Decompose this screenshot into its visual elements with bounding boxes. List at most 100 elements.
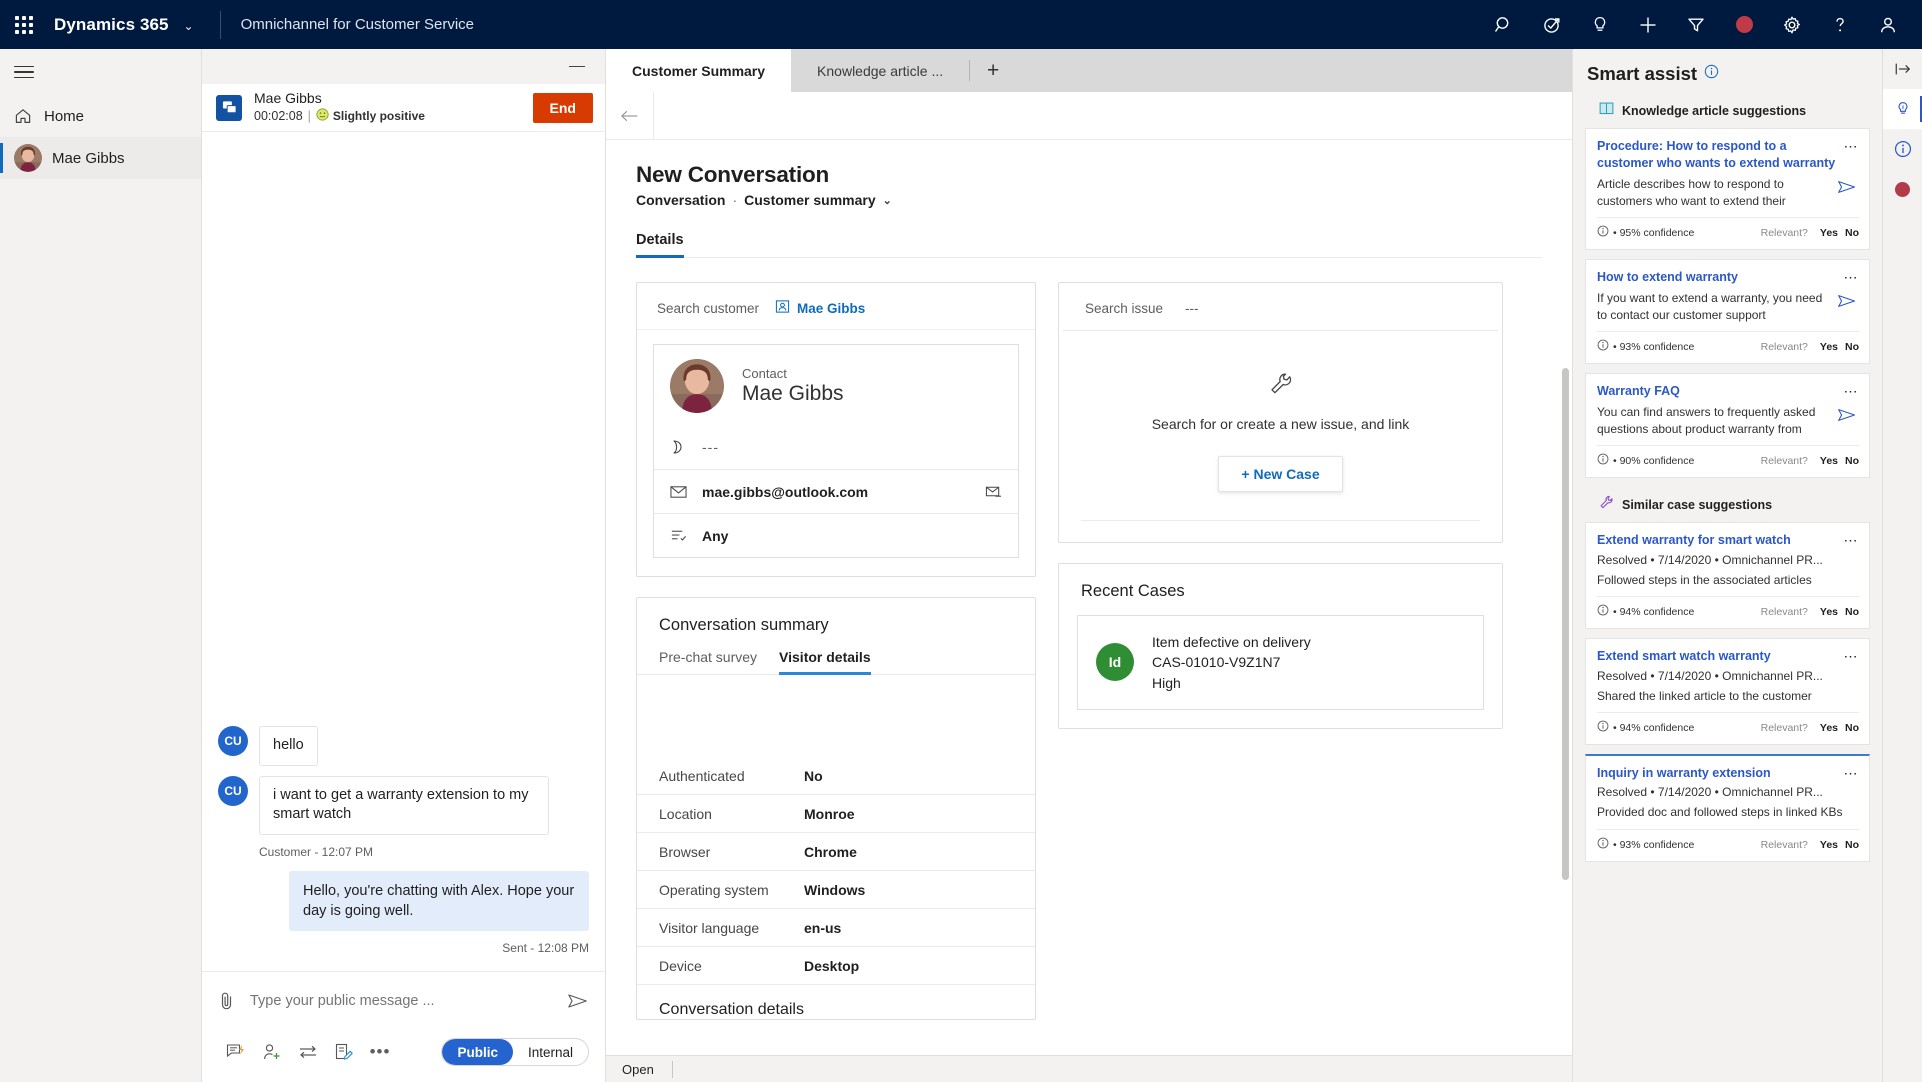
tab-visitor-details[interactable]: Visitor details <box>779 649 871 675</box>
relevance-no-button[interactable]: No <box>1845 839 1859 851</box>
tab-customer-summary[interactable]: Customer Summary <box>606 49 792 92</box>
filter-icon[interactable] <box>1672 0 1720 49</box>
help-icon[interactable] <box>1816 0 1864 49</box>
presence-icon[interactable] <box>1720 0 1768 49</box>
tab-knowledge-article[interactable]: Knowledge article ... <box>791 49 969 92</box>
more-options-icon[interactable]: ••• <box>362 1036 398 1068</box>
send-message-icon[interactable] <box>567 991 589 1011</box>
user-icon[interactable] <box>1864 0 1912 49</box>
transfer-icon[interactable] <box>290 1036 326 1068</box>
message-composer: ••• Public Internal <box>202 971 605 1082</box>
new-case-button[interactable]: + New Case <box>1218 456 1343 492</box>
hamburger-menu-icon[interactable] <box>0 49 201 95</box>
chat-message-outgoing: Hello, you're chatting with Alex. Hope y… <box>218 871 589 931</box>
table-row: Browser Chrome <box>637 833 1035 871</box>
more-options-icon[interactable]: ⋯ <box>1844 648 1860 663</box>
similar-case-card[interactable]: Extend smart watch warranty ⋯ Resolved •… <box>1585 637 1870 745</box>
relevance-no-button[interactable]: No <box>1845 722 1859 734</box>
more-options-icon[interactable]: ⋯ <box>1844 269 1860 284</box>
card-footer: • 93% confidence Relevant? Yes No <box>1597 330 1859 356</box>
list-item[interactable]: Id Item defective on delivery CAS-01010-… <box>1077 615 1484 710</box>
customer-chip[interactable]: Mae Gibbs <box>775 299 865 317</box>
send-to-customer-icon[interactable] <box>1835 172 1859 196</box>
relevance-yes-button[interactable]: Yes <box>1820 839 1838 851</box>
relevance-yes-button[interactable]: Yes <box>1820 227 1838 239</box>
relevance-no-button[interactable]: No <box>1845 227 1859 239</box>
contact-email-value[interactable]: mae.gibbs@outlook.com <box>702 484 868 500</box>
app-launcher-icon[interactable] <box>0 0 48 49</box>
info-icon[interactable] <box>1704 64 1719 84</box>
quick-replies-icon[interactable] <box>218 1036 254 1068</box>
info-icon[interactable] <box>1597 452 1609 470</box>
info-icon[interactable] <box>1597 719 1609 737</box>
add-tab-icon[interactable]: + <box>970 49 1016 92</box>
search-icon[interactable] <box>1480 0 1528 49</box>
card-title[interactable]: Extend smart watch warranty <box>1597 648 1844 665</box>
brand-title[interactable]: Dynamics 365 ⌄ <box>48 15 194 35</box>
info-icon[interactable] <box>1597 338 1609 356</box>
sidebar-item-mae-gibbs[interactable]: Mae Gibbs <box>0 137 201 179</box>
smart-assist-toggle-icon[interactable] <box>1882 89 1922 129</box>
relevance-no-button[interactable]: No <box>1845 341 1859 353</box>
more-options-icon[interactable]: ⋯ <box>1844 138 1860 153</box>
consult-icon[interactable] <box>254 1036 290 1068</box>
sentiment-label: Slightly positive <box>332 109 425 124</box>
plus-icon[interactable] <box>1624 0 1672 49</box>
info-icon[interactable] <box>1883 129 1922 169</box>
info-icon[interactable] <box>1597 603 1609 621</box>
message-input[interactable] <box>250 993 557 1009</box>
message-visibility-toggle[interactable]: Public Internal <box>441 1038 589 1066</box>
smart-assist-suggestion-list[interactable]: Knowledge article suggestions Procedure:… <box>1573 93 1882 1082</box>
relevance-no-button[interactable]: No <box>1845 606 1859 618</box>
card-title[interactable]: How to extend warranty <box>1597 269 1844 286</box>
lightbulb-icon[interactable] <box>1576 0 1624 49</box>
info-icon[interactable] <box>1597 224 1609 242</box>
breadcrumb: Conversation · Customer summary ⌄ <box>636 192 1572 208</box>
back-arrow-icon[interactable] <box>606 92 654 139</box>
sentiment-indicator: Slightly positive <box>316 108 425 125</box>
info-icon[interactable] <box>1597 836 1609 854</box>
minimize-icon[interactable] <box>569 65 585 68</box>
knowledge-suggestion-card[interactable]: Warranty FAQ ⋯ You can find answers to f… <box>1585 372 1870 478</box>
relevance-no-button[interactable]: No <box>1845 455 1859 467</box>
card-head: Extend smart watch warranty ⋯ <box>1597 648 1859 665</box>
breadcrumb-form[interactable]: Customer summary <box>744 192 876 208</box>
internal-mode-option[interactable]: Internal <box>513 1039 588 1065</box>
notes-icon[interactable] <box>326 1036 362 1068</box>
attachment-icon[interactable] <box>218 991 236 1011</box>
tab-pre-chat-survey[interactable]: Pre-chat survey <box>659 649 757 674</box>
tab-details[interactable]: Details <box>636 232 684 258</box>
expand-panel-icon[interactable] <box>1883 49 1922 89</box>
card-title[interactable]: Warranty FAQ <box>1597 383 1844 400</box>
end-conversation-button[interactable]: End <box>532 92 593 123</box>
relevance-yes-button[interactable]: Yes <box>1820 341 1838 353</box>
card-title[interactable]: Extend warranty for smart watch <box>1597 532 1844 549</box>
more-options-icon[interactable]: ⋯ <box>1844 383 1860 398</box>
knowledge-suggestion-card[interactable]: Procedure: How to respond to a customer … <box>1585 128 1870 250</box>
similar-case-card[interactable]: Extend warranty for smart watch ⋯ Resolv… <box>1585 521 1870 629</box>
more-options-icon[interactable]: ⋯ <box>1844 532 1860 547</box>
search-issue-value[interactable]: --- <box>1185 301 1199 316</box>
send-email-icon[interactable] <box>985 484 1002 499</box>
card-head: Procedure: How to respond to a customer … <box>1597 138 1859 172</box>
card-title[interactable]: Inquiry in warranty extension <box>1597 765 1844 782</box>
form-vertical-scrollbar[interactable] <box>1562 368 1569 880</box>
send-to-customer-icon[interactable] <box>1835 400 1859 424</box>
relevance-yes-button[interactable]: Yes <box>1820 455 1838 467</box>
relevance-yes-button[interactable]: Yes <box>1820 722 1838 734</box>
chevron-down-icon[interactable]: ⌄ <box>883 194 892 207</box>
diagnostics-icon[interactable] <box>1528 0 1576 49</box>
confidence-label: • 93% confidence <box>1613 838 1695 851</box>
gear-icon[interactable] <box>1768 0 1816 49</box>
similar-case-card[interactable]: Inquiry in warranty extension ⋯ Resolved… <box>1585 753 1870 862</box>
public-mode-option[interactable]: Public <box>442 1039 513 1065</box>
knowledge-suggestion-card[interactable]: How to extend warranty ⋯ If you want to … <box>1585 258 1870 364</box>
sidebar-item-home[interactable]: Home <box>0 95 201 137</box>
group-knowledge-article-suggestions: Knowledge article suggestions <box>1585 93 1870 128</box>
presence-icon[interactable] <box>1883 169 1922 209</box>
more-options-icon[interactable]: ⋯ <box>1844 765 1860 780</box>
send-to-customer-icon[interactable] <box>1835 286 1859 310</box>
group-label: Similar case suggestions <box>1622 497 1773 512</box>
card-title[interactable]: Procedure: How to respond to a customer … <box>1597 138 1844 172</box>
relevance-yes-button[interactable]: Yes <box>1820 606 1838 618</box>
